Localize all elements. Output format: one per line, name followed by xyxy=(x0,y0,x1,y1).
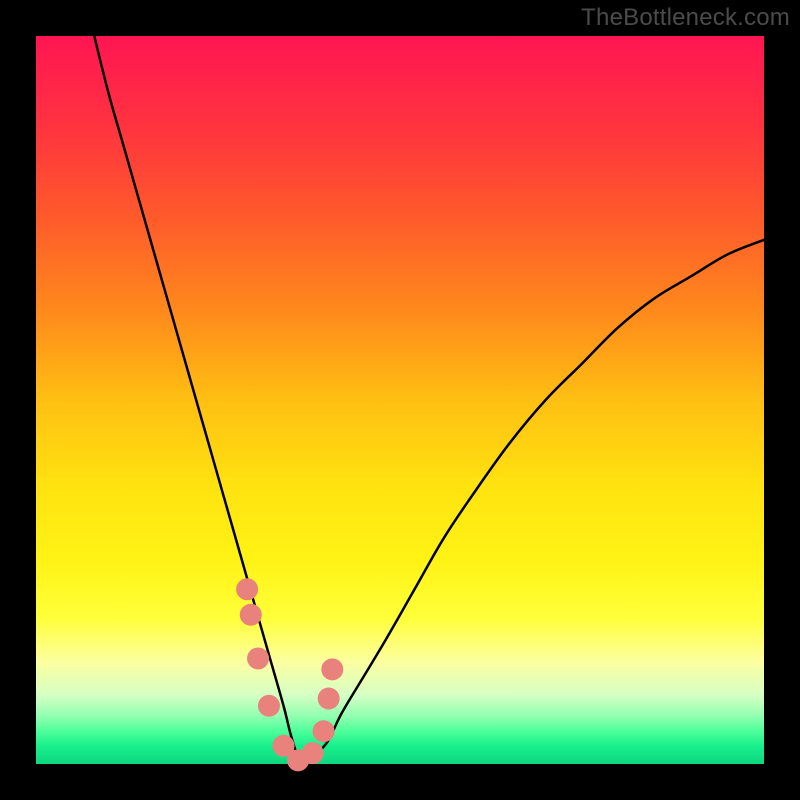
highlight-marker xyxy=(236,578,258,600)
highlight-marker xyxy=(258,695,280,717)
chart-frame: TheBottleneck.com xyxy=(0,0,800,800)
highlight-marker xyxy=(321,658,343,680)
chart-plot-area xyxy=(36,36,764,764)
highlight-marker xyxy=(302,742,324,764)
highlight-marker xyxy=(318,687,340,709)
watermark-text: TheBottleneck.com xyxy=(581,4,790,32)
highlight-marker xyxy=(240,604,262,626)
bottleneck-chart xyxy=(0,0,800,800)
highlight-marker xyxy=(247,647,269,669)
highlight-marker xyxy=(313,720,335,742)
